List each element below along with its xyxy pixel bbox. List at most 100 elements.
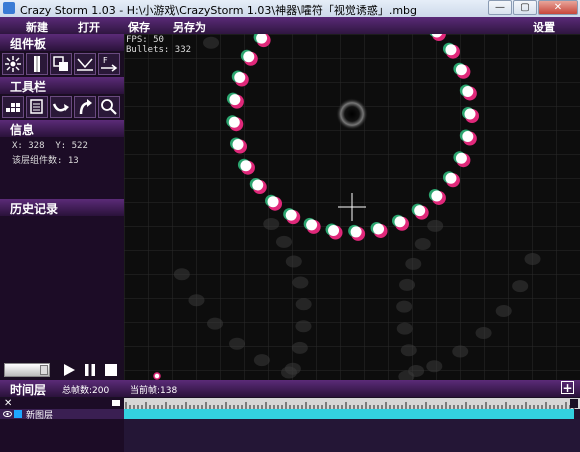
force-icon[interactable]: F <box>98 53 120 75</box>
component-count-label: 该层组件数: <box>12 156 63 166</box>
faded-bullet <box>229 337 246 350</box>
timeline-title: 时间层 <box>10 383 47 397</box>
layer-copy-icon[interactable] <box>50 53 72 75</box>
faded-bullet <box>512 280 529 293</box>
timeline-end-marker[interactable] <box>570 399 578 408</box>
minimize-button[interactable]: — <box>488 0 512 15</box>
frame-ruler[interactable] <box>124 398 580 452</box>
x-label: X: <box>12 141 23 151</box>
total-frames-value: 200 <box>92 386 110 396</box>
emitter-vortex <box>336 98 368 130</box>
frame-track[interactable] <box>124 398 580 452</box>
fps-label: FPS: <box>126 35 148 45</box>
left-panel: 组件板 F 工具栏 信息 X: 328 Y: 522 该层组件数: 13 历史记… <box>0 34 124 380</box>
layers-icon[interactable] <box>26 96 48 118</box>
menu-open[interactable]: 打开 <box>78 19 100 35</box>
history-panel-header: 历史记录 <box>0 199 124 216</box>
y-value: 522 <box>71 141 88 151</box>
faded-bullet <box>495 304 512 317</box>
faded-bullet <box>253 354 270 367</box>
faded-bullet <box>399 278 416 291</box>
menu-new[interactable]: 新建 <box>26 19 48 35</box>
playback-bar <box>0 360 124 380</box>
menu-save-as[interactable]: 另存为 <box>173 19 206 35</box>
grid-icon[interactable] <box>2 96 24 118</box>
player-bullet <box>153 372 161 380</box>
menu-settings[interactable]: 设置 <box>533 19 555 35</box>
faded-bullet <box>396 322 413 335</box>
x-value: 328 <box>28 141 45 151</box>
layer-scroll-handle[interactable] <box>112 400 120 406</box>
layer-color-swatch[interactable] <box>14 410 22 418</box>
slider-handle[interactable] <box>40 365 48 375</box>
info-panel-title: 信息 <box>10 123 35 137</box>
menu-save[interactable]: 保存 <box>128 19 150 35</box>
bullets-label: Bullets: <box>126 45 170 55</box>
fps-value: 50 <box>153 35 164 45</box>
faded-bullet <box>396 300 413 313</box>
toolbar-panel-header: 工具栏 <box>0 77 124 94</box>
menu-bar: 新建 打开 保存 另存为 设置 <box>0 17 580 34</box>
components-panel-header: 组件板 <box>0 34 124 51</box>
eye-icon[interactable] <box>3 410 12 418</box>
faded-bullet <box>173 268 190 281</box>
bullets-value: 332 <box>174 45 192 55</box>
title-bar: Crazy Storm 1.03 - H:\小游戏\CrazyStorm 1.0… <box>0 0 580 17</box>
faded-bullet <box>291 341 308 354</box>
faded-bullet <box>426 360 443 373</box>
faded-bullet <box>452 345 469 358</box>
faded-bullet <box>281 366 298 379</box>
current-frame-readout: 当前帧:138 <box>130 383 177 396</box>
laser-icon[interactable] <box>26 53 48 75</box>
tools-toolbar <box>0 94 124 120</box>
fps-readout: FPS: 50 <box>126 35 191 45</box>
stop-icon[interactable] <box>104 363 118 377</box>
history-list[interactable] <box>0 216 124 360</box>
coordinates-readout: X: 328 Y: 522 <box>12 141 88 151</box>
faded-bullet <box>285 255 302 268</box>
faded-bullet <box>524 252 541 265</box>
play-icon[interactable] <box>62 363 76 377</box>
components-panel-title: 组件板 <box>10 37 47 51</box>
faded-bullet <box>207 317 224 330</box>
faded-bullet <box>188 294 205 307</box>
faded-bullet <box>427 219 444 232</box>
total-frames-label: 总帧数: <box>62 386 93 396</box>
component-count-readout: 该层组件数: 13 <box>12 153 79 166</box>
add-layer-button[interactable]: + <box>561 381 574 394</box>
current-frame-label: 当前帧: <box>130 386 161 396</box>
svg-text:F: F <box>103 56 108 65</box>
faded-bullet <box>400 344 417 357</box>
stats-overlay: FPS: 50 Bullets: 332 <box>126 35 191 55</box>
curve-arrow-icon[interactable] <box>50 96 72 118</box>
info-panel-header: 信息 <box>0 120 124 137</box>
reflect-icon[interactable] <box>74 53 96 75</box>
faded-bullet <box>295 320 312 333</box>
pause-icon[interactable] <box>83 363 97 377</box>
delete-layer-button[interactable]: ✕ <box>4 398 12 409</box>
faded-bullet <box>295 298 312 311</box>
layer-row[interactable]: 新图层 <box>0 408 124 421</box>
faded-bullet <box>203 36 220 49</box>
faded-bullet <box>475 326 492 339</box>
maximize-button[interactable]: ▢ <box>513 0 537 15</box>
faded-bullet <box>263 218 280 231</box>
app-icon <box>3 2 15 14</box>
components-toolbar: F <box>0 51 124 77</box>
total-frames-readout: 总帧数:200 <box>62 383 109 396</box>
layer-name[interactable]: 新图层 <box>26 408 53 421</box>
rotate-arrow-icon[interactable] <box>74 96 96 118</box>
faded-bullet <box>276 235 293 248</box>
layer-frame-bar[interactable] <box>124 409 574 419</box>
faded-bullet <box>405 257 422 270</box>
emitter-icon[interactable] <box>2 53 24 75</box>
faded-bullet <box>292 276 309 289</box>
toolbar-panel-title: 工具栏 <box>10 80 47 94</box>
zoom-icon[interactable] <box>98 96 120 118</box>
component-count-value: 13 <box>67 156 79 166</box>
close-button[interactable]: ✕ <box>538 0 578 15</box>
info-panel: X: 328 Y: 522 该层组件数: 13 <box>0 137 124 199</box>
window-title: Crazy Storm 1.03 - H:\小游戏\CrazyStorm 1.0… <box>20 4 418 17</box>
timeline-header: 时间层 总帧数:200 当前帧:138 + <box>0 380 580 397</box>
stage-canvas[interactable]: FPS: 50 Bullets: 332 <box>124 34 580 380</box>
